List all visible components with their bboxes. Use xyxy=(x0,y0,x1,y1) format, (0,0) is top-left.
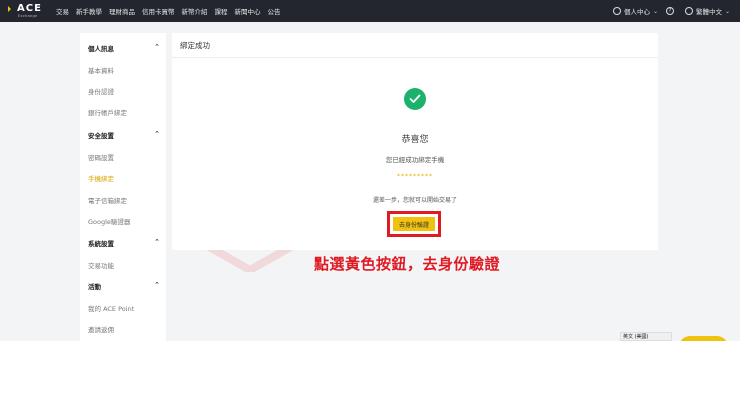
chevron-up-icon: ⌃ xyxy=(154,130,160,138)
top-right-menu: 個人中心 ⌄ ? 繁體中文 ⌄ xyxy=(605,0,730,22)
brand-subtitle: Exchange xyxy=(18,13,38,18)
nav-new-coins[interactable]: 新幣介紹 xyxy=(182,6,208,16)
help-button[interactable]: ? xyxy=(665,7,677,15)
masked-phone-number: ********* xyxy=(397,173,433,180)
language-menu[interactable]: 繁體中文 ⌄ xyxy=(684,6,730,16)
nav-announcements[interactable]: 公告 xyxy=(268,6,281,16)
instruction-annotation: 點選黃色按鈕，去身份驗證 xyxy=(314,255,501,273)
nav-trade[interactable]: 交易 xyxy=(56,6,69,16)
sidebar: 個人訊息 ⌃ 基本資料 身份認證 銀行帳戶綁定 安全設置 ⌃ 密碼設置 手機綁定… xyxy=(80,33,166,341)
sidebar-item-password[interactable]: 密碼設置 xyxy=(88,152,114,162)
brand-logo[interactable]: ACE Exchange xyxy=(8,0,52,22)
account-menu[interactable]: 個人中心 ⌄ xyxy=(612,6,658,16)
highlight-box: 去身份驗證 xyxy=(387,211,441,237)
sidebar-section-title: 系統設置 xyxy=(88,240,114,248)
top-navbar: ACE Exchange 交易 新手教學 理財商品 信用卡買幣 新幣介紹 課程 … xyxy=(0,0,740,22)
chevron-up-icon: ⌃ xyxy=(154,238,160,246)
chevron-down-icon: ⌄ xyxy=(724,7,730,15)
sidebar-item-bank-account[interactable]: 銀行帳戶綁定 xyxy=(88,107,127,117)
sidebar-item-identity-verification[interactable]: 身份認證 xyxy=(88,86,114,96)
chevron-up-icon: ⌃ xyxy=(154,281,160,289)
brand-name: ACE xyxy=(17,2,42,14)
sidebar-item-phone-binding[interactable]: 手機綁定 xyxy=(88,173,114,183)
go-verify-identity-button[interactable]: 去身份驗證 xyxy=(393,217,435,231)
ime-label: 英文 (美國) xyxy=(623,334,649,340)
sidebar-section-title: 安全設置 xyxy=(88,132,114,140)
nav-news-center[interactable]: 新聞中心 xyxy=(235,6,261,16)
sidebar-section-activities[interactable]: 活動 ⌃ xyxy=(88,281,160,291)
sidebar-section-title: 活動 xyxy=(88,283,101,291)
user-icon xyxy=(612,7,621,15)
sidebar-section-title: 個人訊息 xyxy=(88,45,114,53)
binding-success-card: 綁定成功 恭喜您 您已經成功綁定手機 ********* 還差一步，您就可以開始… xyxy=(172,33,658,250)
help-icon: ? xyxy=(665,7,674,15)
success-check-icon xyxy=(404,88,426,110)
chat-button[interactable]: 交談 xyxy=(679,336,728,341)
sidebar-item-referral[interactable]: 邀請返佣 xyxy=(88,324,114,334)
sidebar-section-security[interactable]: 安全設置 ⌃ xyxy=(88,130,160,140)
congrats-text: 恭喜您 xyxy=(401,135,429,145)
sidebar-section-personal[interactable]: 個人訊息 ⌃ xyxy=(88,43,160,53)
language-label: 繁體中文 xyxy=(695,8,722,16)
ime-indicator: 英文 (美國) xyxy=(620,332,672,341)
nav-courses[interactable]: 課程 xyxy=(215,6,228,16)
sidebar-item-trade-functions[interactable]: 交易功能 xyxy=(88,260,114,270)
chevron-up-icon: ⌃ xyxy=(154,43,160,51)
card-header: 綁定成功 xyxy=(172,33,658,58)
next-step-message: 還差一步，您就可以開始交易了 xyxy=(372,197,457,204)
content-area: 個人訊息 ⌃ 基本資料 身份認證 銀行帳戶綁定 安全設置 ⌃ 密碼設置 手機綁定… xyxy=(0,22,740,341)
sidebar-section-system[interactable]: 系統設置 ⌃ xyxy=(88,238,160,248)
nav-financial-products[interactable]: 理財商品 xyxy=(109,6,135,16)
main-nav: 交易 新手教學 理財商品 信用卡買幣 新幣介紹 課程 新聞中心 公告 xyxy=(56,6,288,16)
phone-bound-message: 您已經成功綁定手機 xyxy=(385,156,445,164)
chevron-down-icon: ⌄ xyxy=(652,7,658,15)
card-title: 綁定成功 xyxy=(180,40,210,50)
logo-mark-icon xyxy=(8,5,14,12)
account-label: 個人中心 xyxy=(623,8,650,16)
nav-beginner-guide[interactable]: 新手教學 xyxy=(76,6,102,16)
sidebar-item-email-binding[interactable]: 電子信箱綁定 xyxy=(88,195,127,205)
sidebar-item-google-authenticator[interactable]: Google驗證器 xyxy=(88,216,130,226)
globe-icon xyxy=(684,7,693,15)
sidebar-item-basic-info[interactable]: 基本資料 xyxy=(88,65,114,75)
sidebar-item-ace-point[interactable]: 我的 ACE Point xyxy=(88,303,134,313)
nav-credit-card-buy[interactable]: 信用卡買幣 xyxy=(142,6,175,16)
